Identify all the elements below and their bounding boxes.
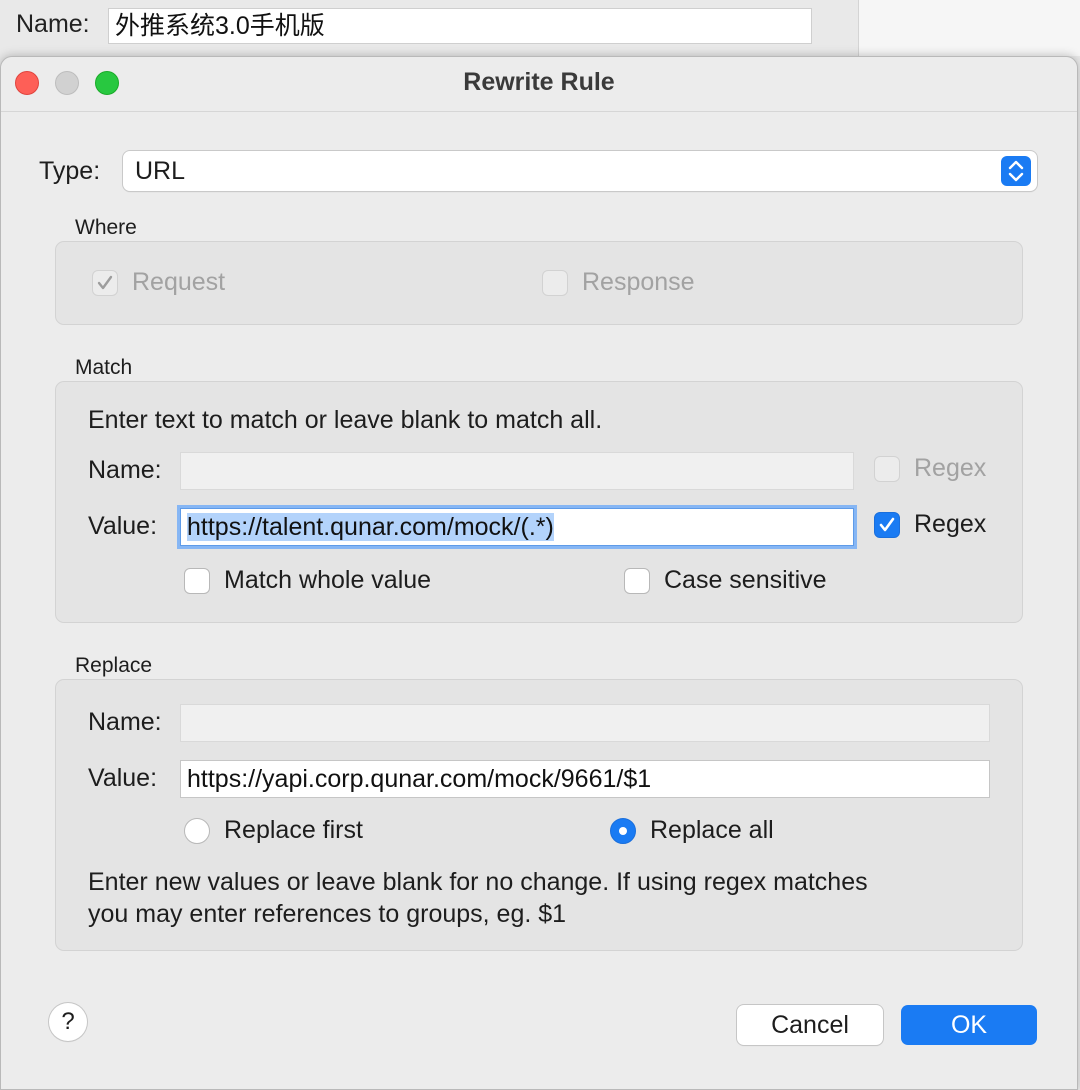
match-name-label: Name: — [88, 456, 162, 484]
case-sensitive-label: Case sensitive — [664, 566, 827, 594]
dialog-title: Rewrite Rule — [463, 68, 615, 96]
replace-value-label: Value: — [88, 764, 158, 792]
response-checkbox[interactable] — [542, 270, 568, 296]
match-hint: Enter text to match or leave blank to ma… — [88, 406, 603, 434]
parent-name-label: Name: — [16, 10, 90, 38]
match-name-field[interactable] — [180, 452, 854, 490]
type-select[interactable]: URL — [123, 151, 1037, 191]
replace-name-field[interactable] — [180, 704, 990, 742]
where-section-title: Where — [75, 216, 137, 239]
match-whole-value-checkbox[interactable] — [184, 568, 210, 594]
match-value-regex-checkbox[interactable] — [874, 512, 900, 538]
replace-first-radio[interactable] — [184, 818, 210, 844]
match-value-text: https://talent.qunar.com/mock/(.*) — [187, 513, 554, 541]
match-value-field[interactable]: https://talent.qunar.com/mock/(.*) — [180, 508, 854, 546]
match-name-regex-label: Regex — [914, 454, 987, 482]
screen: Name: 外推系统3.0手机版 Rewrite Rule Type: URL … — [0, 0, 1080, 1090]
chevron-up-down-icon — [1001, 156, 1031, 186]
where-group: Request Response — [55, 241, 1023, 325]
cancel-button[interactable]: Cancel — [737, 1005, 883, 1045]
replace-first-label: Replace first — [224, 816, 363, 844]
match-group: Enter text to match or leave blank to ma… — [55, 381, 1023, 623]
replace-group: Name: Value: https://yapi.corp.qunar.com… — [55, 679, 1023, 951]
match-value-regex-label: Regex — [914, 510, 987, 538]
replace-hint-line-1: Enter new values or leave blank for no c… — [88, 868, 868, 896]
replace-all-label: Replace all — [650, 816, 774, 844]
replace-hint-line-2: you may enter references to groups, eg. … — [88, 900, 567, 928]
match-whole-value-label: Match whole value — [224, 566, 432, 594]
ok-button[interactable]: OK — [901, 1005, 1037, 1045]
replace-all-radio[interactable] — [610, 818, 636, 844]
rewrite-rule-dialog: Rewrite Rule Type: URL Where Request Res… — [0, 56, 1078, 1090]
type-select-value: URL — [135, 157, 186, 185]
request-label: Request — [132, 268, 226, 296]
type-label: Type: — [39, 157, 101, 185]
help-button[interactable]: ? — [49, 1003, 87, 1041]
request-checkbox[interactable] — [92, 270, 118, 296]
replace-hint: Enter new values or leave blank for no c… — [88, 866, 868, 930]
match-value-label: Value: — [88, 512, 158, 540]
parent-window-side-panel — [858, 0, 1080, 56]
replace-name-label: Name: — [88, 708, 162, 736]
parent-name-field[interactable]: 外推系统3.0手机版 — [108, 8, 812, 44]
title-bar: Rewrite Rule — [1, 57, 1077, 112]
case-sensitive-checkbox[interactable] — [624, 568, 650, 594]
replace-section-title: Replace — [75, 654, 153, 677]
match-section-title: Match — [75, 356, 133, 379]
match-name-regex-checkbox[interactable] — [874, 456, 900, 482]
response-label: Response — [582, 268, 695, 296]
replace-value-field[interactable]: https://yapi.corp.qunar.com/mock/9661/$1 — [180, 760, 990, 798]
